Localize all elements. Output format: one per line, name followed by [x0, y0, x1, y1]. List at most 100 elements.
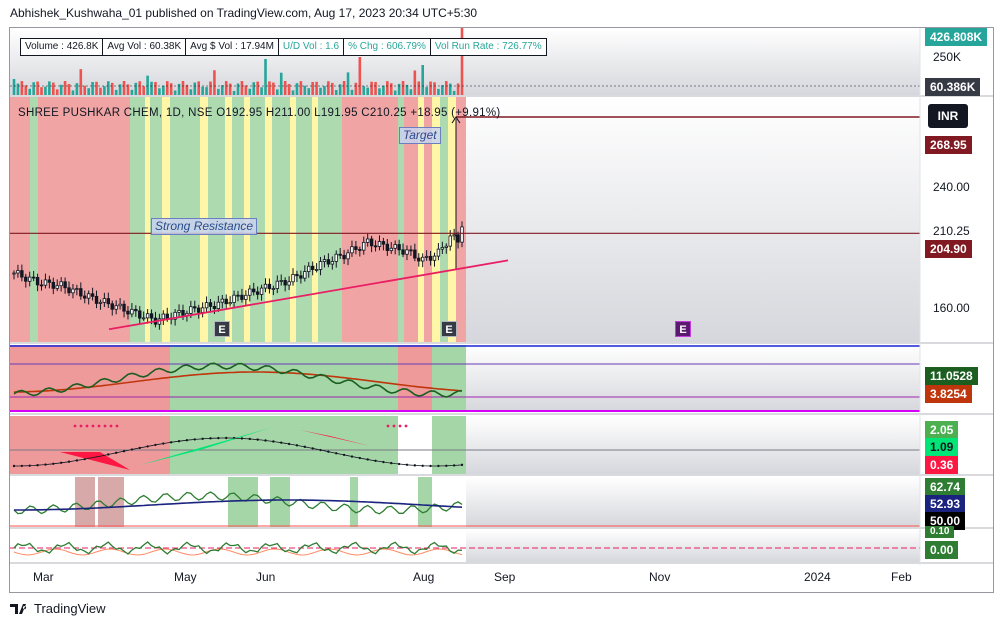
- candle-body: [310, 265, 315, 270]
- volume-bar: [425, 87, 428, 95]
- volume-stat-4: % Chg : 606.79%: [343, 38, 431, 56]
- volume-bar: [110, 82, 114, 95]
- candle-body: [208, 302, 213, 307]
- footer-brand[interactable]: TradingView: [10, 601, 106, 616]
- target-price-badge: 268.95: [925, 136, 972, 154]
- volume-bar: [319, 87, 322, 95]
- osc3-band: [418, 477, 432, 527]
- candle-body: [189, 306, 193, 314]
- candle-body: [252, 288, 256, 293]
- volume-bar: [71, 90, 75, 95]
- volume-bar: [220, 85, 224, 95]
- osc3-band: [270, 477, 290, 527]
- volume-bar: [429, 81, 432, 95]
- candle-body: [299, 275, 303, 279]
- candle-body: [47, 279, 52, 283]
- candle-body: [338, 253, 342, 256]
- candle-body: [39, 284, 44, 287]
- earnings-marker[interactable]: E: [214, 321, 230, 337]
- volume-stat-2: Avg $ Vol : 17.94M: [185, 38, 279, 56]
- ohlc-legend: SHREE PUSHKAR CHEM, 1D, NSE O192.95 H211…: [18, 107, 501, 119]
- volume-bar: [389, 83, 393, 95]
- volume-bar: [146, 75, 149, 95]
- candle-body: [204, 302, 209, 309]
- oscillator3-value-b: 52.93: [925, 495, 966, 513]
- volume-bar: [279, 72, 283, 95]
- signal-band: [265, 97, 272, 342]
- chart-canvas[interactable]: [0, 0, 1003, 627]
- osc4-future-bg: [466, 530, 920, 562]
- volume-bar: [177, 83, 181, 95]
- candle-body: [90, 293, 95, 297]
- candle-body: [51, 281, 55, 289]
- earnings-marker-upcoming[interactable]: E: [675, 321, 691, 337]
- volume-bar: [342, 81, 346, 95]
- candle-body: [28, 276, 32, 282]
- signal-band: [318, 97, 342, 342]
- candle-body: [424, 255, 429, 258]
- osc2-signal-dot: [115, 424, 119, 428]
- resistance-price-badge: 204.90: [925, 240, 972, 258]
- candle-body: [181, 309, 185, 316]
- candle-body: [75, 288, 79, 290]
- volume-bar: [260, 87, 263, 95]
- volume-stats: Volume : 426.8K Avg Vol : 60.38K Avg $ Vol…: [20, 38, 547, 56]
- volume-bar: [51, 82, 55, 95]
- osc2-signal-dot: [97, 424, 101, 428]
- currency-button[interactable]: INR: [928, 104, 968, 128]
- volume-bar: [213, 70, 216, 95]
- candle-body: [283, 280, 287, 286]
- earnings-marker[interactable]: E: [441, 321, 457, 337]
- volume-bar: [378, 88, 381, 95]
- candle-body: [138, 310, 142, 319]
- volume-bar: [291, 90, 295, 95]
- signal-band: [290, 97, 296, 342]
- volume-bar: [201, 86, 204, 95]
- candle-body: [322, 259, 327, 262]
- osc1-future-bg: [466, 345, 920, 412]
- volume-bar: [370, 81, 373, 95]
- candle-body: [55, 285, 59, 289]
- candle-body: [134, 308, 138, 312]
- oscillator4-value-a: 0.10: [925, 526, 955, 538]
- candle-body: [224, 298, 228, 305]
- volume-bar: [311, 81, 314, 95]
- volume-bar: [165, 81, 169, 95]
- volume-bar: [75, 83, 79, 95]
- volume-bar: [193, 82, 197, 95]
- volume-bar: [287, 83, 291, 95]
- volume-bar: [122, 81, 126, 95]
- volume-bar: [303, 85, 307, 95]
- candle-body: [291, 273, 295, 283]
- volume-bar: [283, 81, 287, 95]
- volume-bar: [252, 82, 256, 95]
- osc3-band: [75, 477, 95, 527]
- candle-body: [118, 303, 122, 307]
- candle-body: [200, 307, 205, 313]
- volume-bar: [103, 86, 106, 95]
- candle-body: [141, 317, 146, 320]
- volume-bar: [169, 83, 173, 95]
- candle-body: [35, 277, 40, 286]
- volume-bar: [197, 81, 201, 95]
- osc2-signal-dot: [85, 424, 89, 428]
- volume-bar: [366, 87, 369, 95]
- volume-bar: [150, 81, 153, 95]
- osc2-signal-dot: [404, 424, 408, 428]
- volume-bar: [299, 81, 303, 95]
- candle-body: [149, 313, 154, 319]
- candle-body: [354, 246, 358, 250]
- candle-body: [362, 241, 366, 251]
- candle-body: [342, 254, 346, 260]
- candle-body: [307, 265, 311, 272]
- volume-bar: [264, 59, 267, 95]
- signal-band: [342, 97, 398, 342]
- candle-body: [31, 276, 36, 279]
- osc3-future-bg: [466, 477, 920, 527]
- volume-stat-5: Vol Run Rate : 726.77%: [429, 38, 547, 56]
- signal-band: [272, 97, 290, 342]
- volume-bar: [272, 82, 275, 95]
- candle-body: [444, 245, 448, 248]
- candle-body: [401, 249, 405, 255]
- candle-body: [255, 291, 260, 295]
